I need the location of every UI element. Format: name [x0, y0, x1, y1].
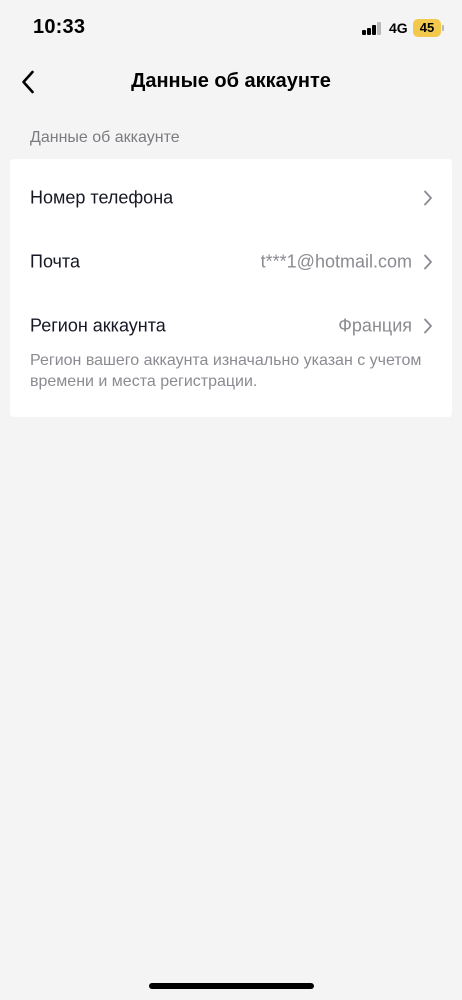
status-time: 10:33: [33, 16, 86, 38]
status-bar: 10:33 4G 45: [0, 0, 462, 56]
chevron-right-icon: [424, 190, 432, 206]
chevron-right-icon: [424, 254, 432, 270]
account-region-label: Регион аккаунта: [30, 315, 166, 336]
chevron-right-icon: [424, 318, 432, 334]
battery-level: 45: [419, 20, 435, 35]
email-row[interactable]: Почта t***1@hotmail.com: [10, 232, 452, 292]
account-info-card: Номер телефона Почта t***1@hotmail.com Р…: [10, 159, 452, 417]
email-label: Почта: [30, 251, 80, 272]
email-value: t***1@hotmail.com: [260, 251, 412, 272]
account-region-row[interactable]: Регион аккаунта Франция: [10, 296, 452, 356]
battery-icon: 45: [413, 19, 441, 37]
phone-number-label: Номер телефона: [30, 187, 174, 208]
battery-cap: [442, 25, 444, 31]
account-region-value: Франция: [338, 315, 412, 336]
network-type: 4G: [389, 20, 408, 36]
section-header: Данные об аккаунте: [30, 129, 180, 146]
region-note: Регион вашего аккаунта изначально указан…: [30, 352, 422, 390]
home-indicator[interactable]: [149, 983, 314, 989]
nav-bar: Данные об аккаунте: [0, 56, 462, 108]
account-data-screen: 10:33 4G 45 Данные об аккаунте Данные об…: [0, 0, 462, 1000]
cellular-signal-icon: [362, 22, 382, 35]
page-title: Данные об аккаунте: [131, 70, 331, 92]
phone-number-row[interactable]: Номер телефона: [10, 168, 452, 228]
